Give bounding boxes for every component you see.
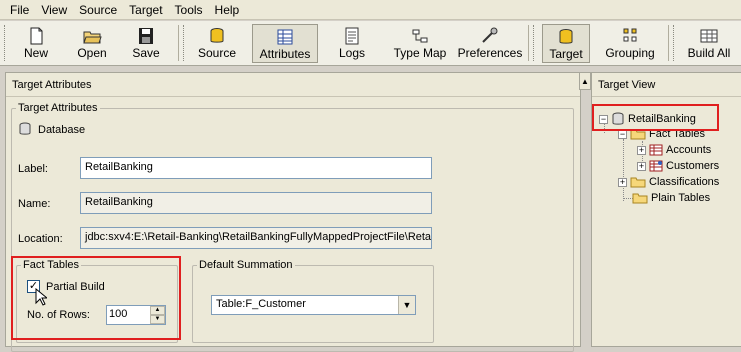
tree-node-classifications[interactable]: + Classifications [618,176,719,188]
save-button[interactable]: Save [124,24,168,63]
panel-title: Target Attributes [6,73,580,97]
toolbar-separator [668,25,669,61]
name-field-label: Name: [18,198,51,210]
new-button[interactable]: New [14,24,58,63]
type-map-button[interactable]: Type Map [388,24,452,63]
toolbar-separator [528,25,529,61]
type-map-icon [412,29,428,43]
scroll-up-icon[interactable]: ▲ [579,72,591,90]
tree-label: Classifications [649,176,720,188]
menu-bar: File View Source Target Tools Help [0,0,741,20]
chevron-down-icon[interactable]: ▼ [398,296,415,314]
open-button[interactable]: Open [68,24,116,63]
build-all-button[interactable]: Build All [682,24,736,63]
label-input[interactable]: RetailBanking [80,157,432,179]
tree-line [623,139,624,201]
target-button[interactable]: Target [542,24,590,63]
database-icon [19,122,31,135]
target-database-icon [559,29,573,44]
toolbar-separator [178,25,179,61]
grouping-button[interactable]: Grouping [600,24,660,63]
tree-label: Plain Tables [651,192,711,204]
tree-node-plain-tables[interactable]: Plain Tables [632,192,710,204]
menu-file[interactable]: File [4,3,35,17]
floppy-disk-icon [139,28,153,44]
expand-icon[interactable]: + [637,161,646,171]
panel-title: Target View [592,73,741,97]
tree-label: Customers [666,160,720,172]
toolbar-grip[interactable] [533,25,536,61]
tree-node-accounts[interactable]: + Accounts [637,144,711,156]
location-field-label: Location: [18,233,63,245]
menu-tools[interactable]: Tools [169,3,209,17]
folder-icon [632,193,648,204]
grouping-icon [623,28,637,42]
menu-target[interactable]: Target [123,3,168,17]
root-node-highlight [592,104,719,131]
toolbar-grip[interactable] [183,25,186,61]
menu-view[interactable]: View [35,3,73,17]
summation-selected: Table:F_Customer [216,298,306,310]
menu-help[interactable]: Help [209,3,246,17]
group-title: Target Attributes [18,102,98,114]
attributes-button[interactable]: Attributes [252,24,318,63]
location-field: jdbc:sxv4:E:\Retail-Banking\RetailBankin… [80,227,432,249]
folder-icon [630,177,646,188]
expand-icon[interactable]: + [637,145,646,155]
toolbar-grip[interactable] [4,25,7,61]
preferences-icon [482,27,498,43]
logs-button[interactable]: Logs [328,24,376,63]
menu-source[interactable]: Source [73,3,123,17]
database-icon [210,28,224,43]
tree-node-customers[interactable]: + Customers [637,160,719,172]
preferences-button[interactable]: Preferences [456,24,524,63]
new-file-icon [30,27,43,45]
toolbar-grip[interactable] [673,25,676,61]
toolbar: New Open Save Source Attributes Logs Typ… [0,21,741,66]
open-folder-icon [83,31,102,44]
tree-label: Accounts [666,144,712,156]
source-button[interactable]: Source [192,24,242,63]
table-icon [649,160,663,172]
expand-icon[interactable]: + [618,177,627,187]
log-document-icon [345,27,359,45]
attributes-grid-icon [277,29,293,45]
node-type-label: Database [38,124,86,136]
fact-tables-highlight [11,256,181,340]
label-field-label: Label: [18,163,48,175]
build-icon [700,29,718,43]
name-field: RetailBanking [80,192,432,214]
default-summation-title: Default Summation [199,259,293,271]
summation-select[interactable]: Table:F_Customer ▼ [211,295,416,315]
table-icon [649,144,663,156]
